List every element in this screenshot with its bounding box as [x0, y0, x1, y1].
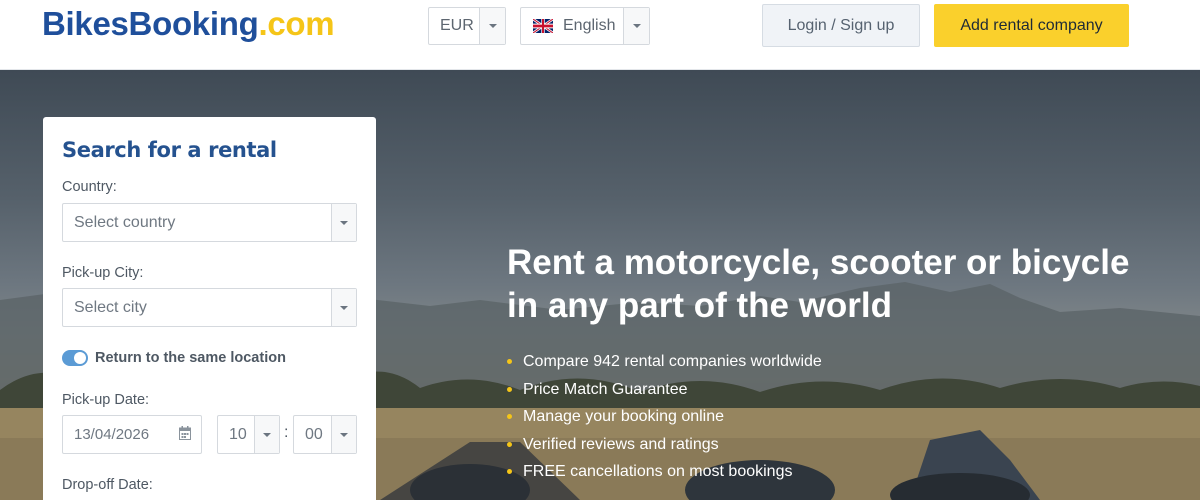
hero-title-line-2: in any part of the world — [507, 286, 893, 325]
chevron-down-icon[interactable] — [623, 8, 649, 44]
return-same-location-label[interactable]: Return to the same location — [95, 350, 286, 366]
feature-text: Compare 942 rental companies worldwide — [523, 353, 822, 370]
country-label: Country: — [62, 179, 117, 195]
pickup-date-input[interactable]: 13/04/2026 — [62, 415, 202, 454]
feature-text: Verified reviews and ratings — [523, 435, 719, 453]
bullet-icon — [507, 469, 512, 474]
logo-main-text: BikesBooking — [42, 5, 259, 42]
pickup-minute-select[interactable]: 00 — [293, 415, 357, 454]
calendar-icon — [179, 426, 191, 440]
feature-item: Verified reviews and ratings — [507, 431, 822, 459]
pickup-hour-value: 10 — [229, 425, 247, 443]
bullet-icon — [507, 359, 512, 364]
feature-item: Manage your booking online — [507, 403, 822, 431]
pickup-hour-select[interactable]: 10 — [217, 415, 280, 454]
toggle-knob — [74, 352, 86, 364]
hero-title: Rent a motorcycle, scooter or bicycle in… — [507, 241, 1147, 327]
pickup-city-select[interactable]: Select city — [62, 288, 357, 327]
bullet-icon — [507, 386, 512, 392]
dropoff-date-label: Drop-off Date: — [62, 477, 153, 493]
currency-select[interactable]: EUR — [428, 7, 506, 45]
pickup-city-label: Pick-up City: — [62, 265, 144, 281]
feature-text: Price Match Guarantee — [523, 380, 688, 398]
search-panel: Search for a rental Country: Select coun… — [43, 117, 376, 500]
chevron-down-icon[interactable] — [331, 289, 356, 326]
chevron-down-icon[interactable] — [254, 416, 279, 453]
search-panel-title: Search for a rental — [62, 138, 277, 162]
feature-text: Manage your booking online — [523, 408, 725, 425]
chevron-down-icon[interactable] — [331, 416, 356, 453]
site-header: BikesBooking.com EUR English Login / Sig… — [0, 0, 1200, 70]
chevron-down-icon[interactable] — [331, 204, 356, 241]
country-placeholder: Select country — [74, 213, 176, 231]
language-select[interactable]: English — [520, 7, 650, 45]
pickup-date-label: Pick-up Date: — [62, 392, 150, 408]
currency-value: EUR — [440, 17, 474, 34]
time-separator: : — [284, 424, 289, 441]
site-logo[interactable]: BikesBooking.com — [42, 2, 335, 46]
add-rental-company-button[interactable]: Add rental company — [934, 4, 1129, 47]
country-select[interactable]: Select country — [62, 203, 357, 242]
hero-title-line-1: Rent a motorcycle, scooter or bicycle — [507, 243, 1130, 282]
uk-flag-icon — [533, 19, 553, 33]
logo-suffix-text: .com — [258, 5, 335, 42]
feature-item: Compare 942 rental companies worldwide — [507, 348, 822, 376]
bullet-icon — [507, 441, 512, 447]
pickup-minute-value: 00 — [305, 425, 323, 443]
chevron-down-icon[interactable] — [479, 8, 505, 44]
return-same-location-toggle[interactable] — [62, 350, 88, 366]
feature-list: Compare 942 rental companies worldwide P… — [507, 348, 822, 486]
language-value: English — [563, 17, 616, 34]
feature-item: Price Match Guarantee — [507, 376, 822, 404]
city-placeholder: Select city — [74, 298, 147, 316]
feature-item: FREE cancellations on most bookings — [507, 458, 822, 486]
feature-text: FREE cancellations on most bookings — [523, 463, 793, 480]
login-signup-button[interactable]: Login / Sign up — [762, 4, 920, 47]
bullet-icon — [507, 414, 512, 419]
